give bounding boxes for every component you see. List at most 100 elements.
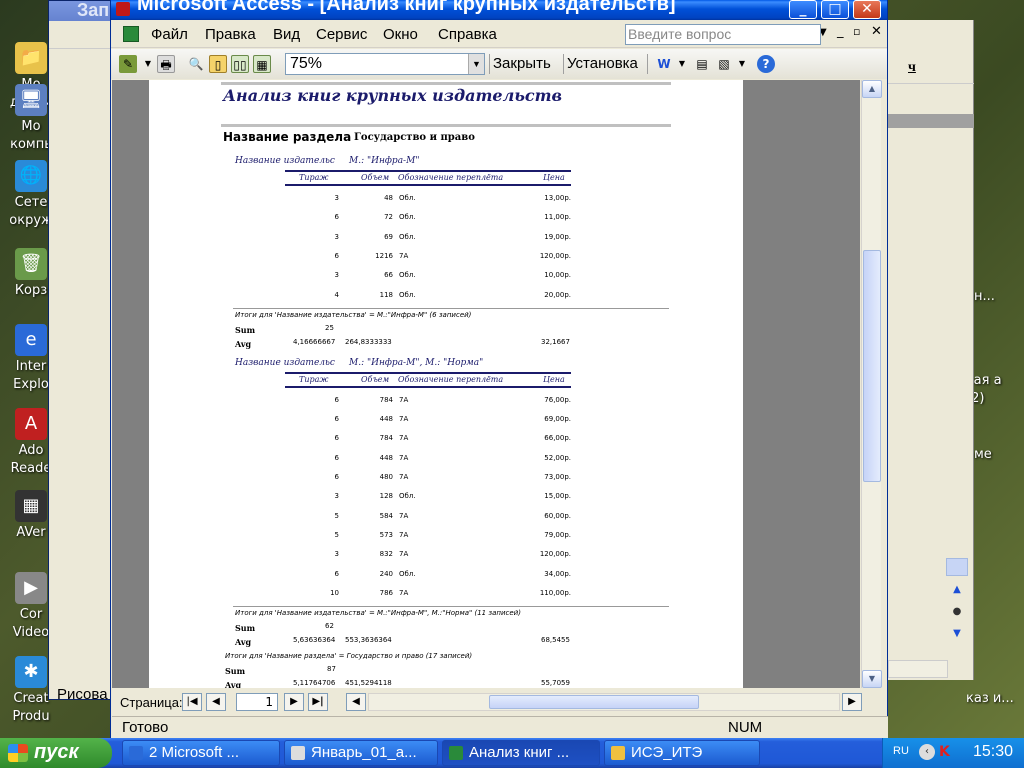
scroll-down-button[interactable] [946, 558, 968, 576]
print-preview-area[interactable]: Анализ книг крупных издательств Название … [112, 80, 860, 688]
menu-view[interactable]: Вид [273, 26, 300, 43]
cell-price: 66,00р. [544, 434, 571, 443]
scroll-down-button[interactable]: ▼ [862, 670, 882, 688]
desktop-icon-label: Корз [14, 283, 48, 298]
desktop-icon-label[interactable]: ен... [966, 288, 1024, 306]
view-dropdown-icon[interactable]: ▼ [139, 55, 157, 73]
zoom-select[interactable]: 75% ▼ [285, 53, 485, 75]
right-background-window[interactable]: ч ▲ ● ▼ [888, 20, 974, 680]
underline-icon[interactable]: ч [908, 60, 916, 76]
prev-page-icon[interactable]: ▲ [948, 580, 966, 600]
minimize-button[interactable]: _ [789, 0, 817, 19]
zoom-dropdown-icon[interactable]: ▼ [468, 54, 484, 74]
column-header-rule [285, 385, 571, 388]
database-window-icon[interactable]: ▤ [693, 55, 711, 73]
last-page-button[interactable]: ▶| [308, 693, 328, 711]
cell-volume: 786 [379, 588, 393, 597]
desktop-icon-label[interactable]: оме [966, 446, 1024, 464]
menu-tools[interactable]: Сервис [316, 26, 367, 43]
cell-binding: 7А [399, 530, 409, 539]
hscroll-right-button[interactable]: ▶ [842, 693, 862, 711]
first-page-button[interactable]: |◀ [182, 693, 202, 711]
maximize-button[interactable]: □ [821, 0, 849, 19]
cell-tirazh: 3 [334, 194, 339, 202]
multiple-pages-icon[interactable]: ▦ [253, 55, 271, 73]
menu-help[interactable]: Справка [438, 26, 497, 43]
view-icon[interactable]: ✎ [119, 55, 137, 73]
antivirus-icon[interactable]: K [939, 744, 955, 760]
zoom-value: 75% [290, 55, 323, 72]
cell-price: 34,00р. [544, 569, 571, 578]
sum-value: 62 [325, 622, 334, 631]
next-page-icon[interactable]: ▼ [948, 624, 966, 644]
menu-window[interactable]: Окно [383, 26, 418, 43]
child-close-button[interactable]: ✕ [871, 24, 882, 39]
new-object-dropdown-icon[interactable]: ▼ [733, 55, 751, 73]
cell-price: 79,00р. [544, 530, 571, 539]
print-icon[interactable]: 🖶 [157, 55, 175, 73]
new-object-icon[interactable]: ▧ [715, 55, 733, 73]
two-pages-icon[interactable]: ▯▯ [231, 55, 249, 73]
child-restore-button[interactable]: ▫ [853, 25, 860, 38]
scroll-thumb[interactable] [863, 250, 881, 482]
report-icon[interactable] [123, 26, 139, 42]
hscroll-left-button[interactable]: ◀ [346, 693, 366, 711]
taskbar-button[interactable]: Анализ книг ... [442, 740, 600, 766]
cell-tirazh: 6 [334, 453, 339, 462]
horizontal-scrollbar[interactable] [368, 693, 840, 711]
avg-volume: 553,3636364 [345, 636, 392, 645]
title-bar[interactable]: Microsoft Access - [Анализ книг крупных … [111, 0, 887, 20]
column-header-rule [285, 184, 571, 186]
horizontal-scrollbar[interactable] [888, 660, 948, 678]
taskbar-button[interactable]: 2 Microsoft ... [122, 740, 280, 766]
access-app-icon[interactable] [116, 2, 130, 16]
draw-toolbar-label[interactable]: Рисова [57, 686, 108, 703]
cell-volume: 784 [379, 434, 393, 443]
zoom-icon[interactable]: 🔍 [187, 55, 205, 73]
desktop-icon-label: Cor Video [12, 607, 50, 640]
desktop-icon-glyph: 🗑 [15, 248, 47, 280]
avg-volume: 451,5294118 [345, 679, 392, 688]
taskbar-button[interactable]: ИСЭ_ИТЭ [604, 740, 760, 766]
cell-tirazh: 6 [334, 213, 339, 222]
cell-tirazh: 3 [334, 550, 339, 559]
clock: 15:30 [973, 743, 1014, 760]
scroll-up-button[interactable]: ▲ [862, 80, 882, 98]
cell-tirazh: 6 [334, 395, 339, 404]
vertical-scrollbar[interactable]: ▲ ▼ [861, 80, 882, 688]
ask-question-input[interactable]: Введите вопрос [625, 24, 821, 45]
toolbar-separator [563, 54, 564, 74]
tray-arrow-icon[interactable]: ‹ [919, 744, 935, 760]
menu-file[interactable]: Файл [151, 26, 188, 43]
cell-binding: Обл. [399, 194, 416, 202]
page-number-input[interactable]: 1 [236, 693, 278, 711]
cell-volume: 584 [379, 511, 393, 520]
language-indicator[interactable]: RU [893, 745, 909, 757]
cell-price: 120,00р. [539, 251, 571, 260]
next-page-button[interactable]: ▶ [284, 693, 304, 711]
desktop-icon-label[interactable]: каз и... [966, 690, 1024, 708]
hscroll-thumb[interactable] [489, 695, 699, 709]
close-button[interactable]: ✕ [853, 0, 881, 19]
cell-binding: 7А [399, 251, 409, 260]
previous-page-button[interactable]: ◀ [206, 693, 226, 711]
menu-edit[interactable]: Правка [205, 26, 256, 43]
start-button[interactable]: пуск [0, 738, 112, 768]
browse-object-icon[interactable]: ● [948, 602, 966, 622]
child-minimize-button[interactable]: _ [837, 24, 844, 39]
one-page-icon[interactable]: ▯ [209, 55, 227, 73]
cell-tirazh: 6 [334, 473, 339, 481]
office-links-icon[interactable]: W [655, 55, 673, 73]
desktop-icon-glyph: ▦ [15, 490, 47, 522]
help-icon[interactable]: ? [757, 55, 775, 73]
cell-tirazh: 5 [334, 530, 339, 539]
page-setup-button[interactable]: Установка [567, 55, 638, 72]
cell-binding: 7А [399, 473, 409, 481]
desktop-icon-label[interactable]: вая а (2) [966, 372, 1024, 408]
desktop-icon-glyph: e [15, 324, 47, 356]
office-links-dropdown-icon[interactable]: ▼ [673, 55, 691, 73]
avg-label: Avg [235, 637, 252, 648]
close-preview-button[interactable]: Закрыть [493, 55, 551, 72]
taskbar-button[interactable]: Январь_01_а... [284, 740, 438, 766]
group-summary: Итоги для 'Название издательства' = М.:"… [235, 609, 521, 618]
